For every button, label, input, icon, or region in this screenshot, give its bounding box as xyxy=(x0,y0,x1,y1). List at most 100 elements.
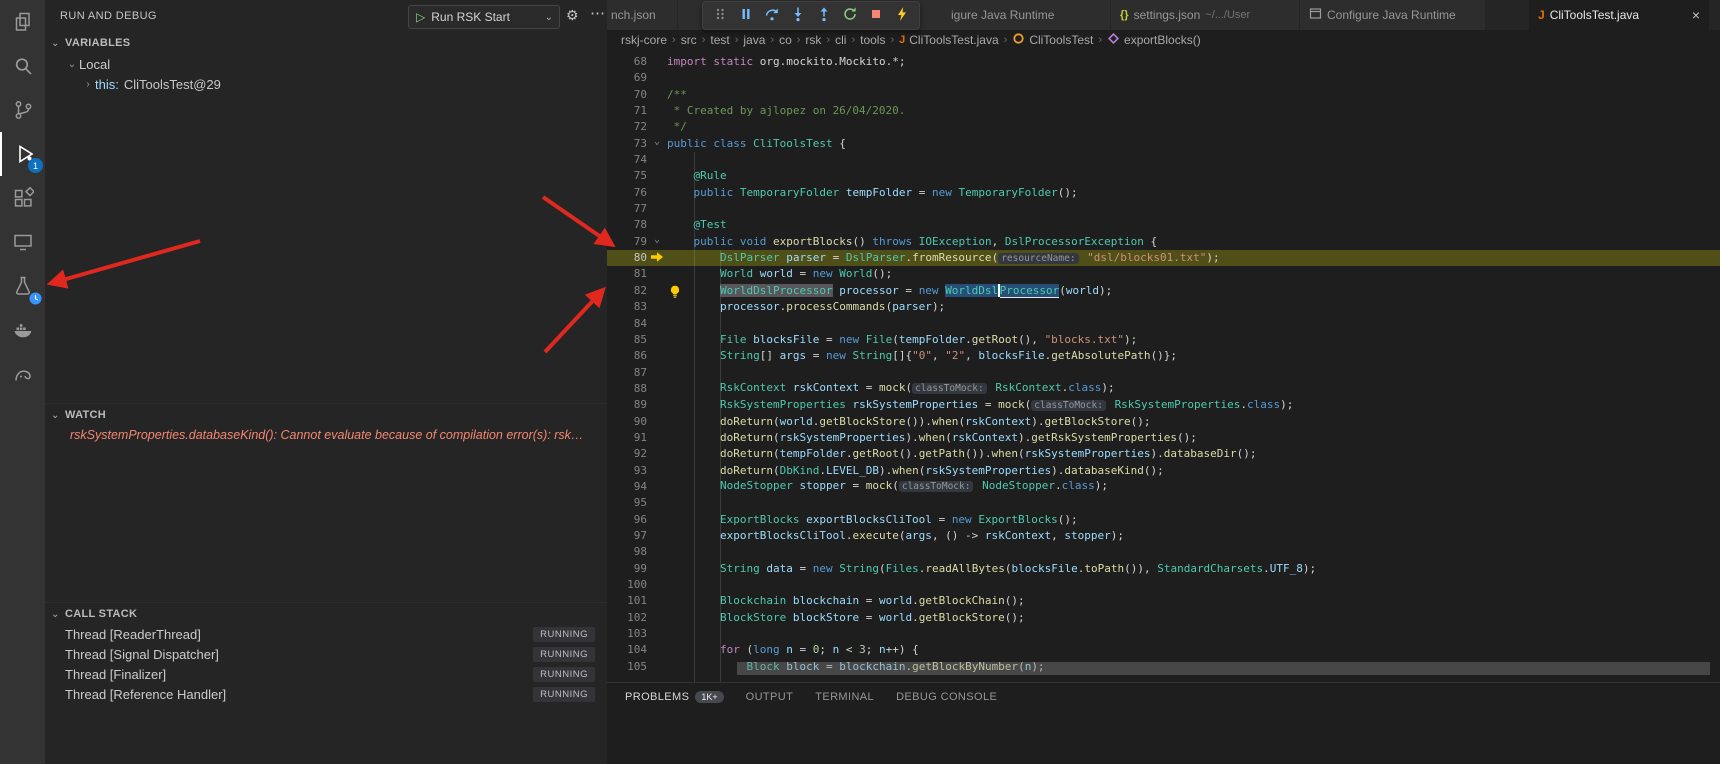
code-line[interactable]: 96 ExportBlocks exportBlocksCliTool = ne… xyxy=(607,512,1720,528)
thread-row[interactable]: Thread [ReaderThread]RUNNING xyxy=(45,624,607,644)
line-number[interactable]: 101 xyxy=(607,593,647,609)
code-line[interactable]: 100 xyxy=(607,577,1720,593)
breadcrumb-item[interactable]: rsk xyxy=(805,33,821,47)
code-editor[interactable]: 68import static org.mockito.Mockito.*;69… xyxy=(607,50,1720,686)
close-icon[interactable]: × xyxy=(1692,7,1700,23)
code-line[interactable]: 81 World world = new World(); xyxy=(607,266,1720,282)
code-line[interactable]: 95 xyxy=(607,495,1720,511)
line-number[interactable]: 73 xyxy=(607,136,647,152)
activity-gradle-icon[interactable] xyxy=(0,352,45,396)
variable-this-row[interactable]: › this: CliToolsTest@29 xyxy=(45,74,607,94)
breadcrumb-item[interactable]: CliToolsTest xyxy=(1012,32,1093,48)
activity-explorer-icon[interactable] xyxy=(0,0,45,44)
line-number[interactable]: 92 xyxy=(607,446,647,462)
line-number[interactable]: 85 xyxy=(607,332,647,348)
code-line[interactable]: 89 RskSystemProperties rskSystemProperti… xyxy=(607,397,1720,413)
thread-row[interactable]: Thread [Signal Dispatcher]RUNNING xyxy=(45,644,607,664)
line-number[interactable]: 88 xyxy=(607,381,647,397)
code-line[interactable]: 98 xyxy=(607,544,1720,560)
stop-button[interactable] xyxy=(865,5,887,27)
hot-code-replace-button[interactable] xyxy=(891,5,913,27)
line-number[interactable]: 74 xyxy=(607,152,647,168)
code-line[interactable]: 68import static org.mockito.Mockito.*; xyxy=(607,54,1720,70)
line-number[interactable]: 94 xyxy=(607,479,647,495)
code-line[interactable]: 85 File blocksFile = new File(tempFolder… xyxy=(607,332,1720,348)
scope-local-row[interactable]: ⌄ Local xyxy=(45,54,607,74)
code-line[interactable]: 104 for (long n = 0; n < 3; n++) { xyxy=(607,642,1720,658)
code-line[interactable]: 93 doReturn(DbKind.LEVEL_DB).when(rskSys… xyxy=(607,463,1720,479)
variables-section-header[interactable]: ⌄ VARIABLES xyxy=(45,32,607,54)
code-line[interactable]: 90 doReturn(world.getBlockStore()).when(… xyxy=(607,414,1720,430)
activity-testing-icon[interactable] xyxy=(0,264,45,308)
thread-row[interactable]: Thread [Finalizer]RUNNING xyxy=(45,664,607,684)
code-line[interactable]: 91 doReturn(rskSystemProperties).when(rs… xyxy=(607,430,1720,446)
line-number[interactable]: 68 xyxy=(607,54,647,70)
code-line[interactable]: 75 @Rule xyxy=(607,168,1720,184)
line-number[interactable]: 82 xyxy=(607,283,647,299)
panel-tab-problems[interactable]: PROBLEMS1K+ xyxy=(625,691,724,703)
line-number[interactable]: 97 xyxy=(607,528,647,544)
line-number[interactable]: 86 xyxy=(607,348,647,364)
fold-icon[interactable]: ⌄ xyxy=(647,235,667,245)
line-number[interactable]: 75 xyxy=(607,168,647,184)
activity-docker-icon[interactable] xyxy=(0,308,45,352)
code-line[interactable]: 86 String[] args = new String[]{"0", "2"… xyxy=(607,348,1720,364)
panel-tab-output[interactable]: OUTPUT xyxy=(746,691,794,703)
activity-remote-explorer-icon[interactable] xyxy=(0,220,45,264)
breadcrumb-item[interactable]: src xyxy=(681,33,697,47)
line-number[interactable]: 90 xyxy=(607,414,647,430)
line-number[interactable]: 79 xyxy=(607,234,647,250)
panel-tab-debug-console[interactable]: DEBUG CONSOLE xyxy=(896,691,997,703)
tab-settings.json[interactable]: {}settings.json~/.../User xyxy=(1111,0,1300,30)
fold-icon[interactable]: ⌄ xyxy=(647,137,667,147)
code-line[interactable]: 88 RskContext rskContext = mock(classToM… xyxy=(607,381,1720,397)
line-number[interactable]: 89 xyxy=(607,397,647,413)
gear-icon[interactable]: ⚙ xyxy=(566,7,579,24)
line-number[interactable]: 99 xyxy=(607,561,647,577)
code-line[interactable]: 76 public TemporaryFolder tempFolder = n… xyxy=(607,185,1720,201)
line-number[interactable]: 100 xyxy=(607,577,647,593)
code-line[interactable]: 69 xyxy=(607,70,1720,86)
tab-clitoolstest.java[interactable]: JCliToolsTest.java× xyxy=(1529,0,1710,30)
code-line[interactable]: 79⌄ public void exportBlocks() throws IO… xyxy=(607,234,1720,250)
code-line[interactable]: 77 xyxy=(607,201,1720,217)
pause-button[interactable] xyxy=(735,5,757,27)
line-number[interactable]: 72 xyxy=(607,119,647,135)
code-line[interactable]: 97 exportBlocksCliTool.execute(args, () … xyxy=(607,528,1720,544)
activity-extensions-icon[interactable] xyxy=(0,176,45,220)
line-number[interactable]: 78 xyxy=(607,217,647,233)
line-number[interactable]: 84 xyxy=(607,316,647,332)
breadcrumb-item[interactable]: java xyxy=(743,33,765,47)
code-line[interactable]: 82 WorldDslProcessor processor = new Wor… xyxy=(607,283,1720,299)
line-number[interactable]: 103 xyxy=(607,626,647,642)
line-number[interactable]: 83 xyxy=(607,299,647,315)
line-number[interactable]: 76 xyxy=(607,185,647,201)
breadcrumb-item[interactable]: tools xyxy=(860,33,885,47)
line-number[interactable]: 87 xyxy=(607,365,647,381)
line-number[interactable]: 104 xyxy=(607,642,647,658)
breadcrumb-item[interactable]: JCliToolsTest.java xyxy=(899,33,999,47)
tab-igure-java-runtime[interactable]: igure Java Runtime xyxy=(909,0,1111,30)
code-line[interactable]: 94 NodeStopper stopper = mock(classToMoc… xyxy=(607,479,1720,495)
code-line[interactable]: 70/** xyxy=(607,87,1720,103)
code-line[interactable]: 80 DslParser parser = DslParser.fromReso… xyxy=(607,250,1720,266)
code-line[interactable]: 84 xyxy=(607,316,1720,332)
code-line[interactable]: 92 doReturn(tempFolder.getRoot().getPath… xyxy=(607,446,1720,462)
step-out-button[interactable] xyxy=(813,5,835,27)
step-into-button[interactable] xyxy=(787,5,809,27)
line-number[interactable]: 80 xyxy=(607,250,647,266)
restart-button[interactable] xyxy=(839,5,861,27)
launch-config-dropdown[interactable]: ▷ Run RSK Start ⌄ xyxy=(408,5,560,29)
tab-configure-java-runtime[interactable]: Configure Java Runtime xyxy=(1300,0,1486,30)
panel-tab-terminal[interactable]: TERMINAL xyxy=(815,691,874,703)
code-line[interactable]: 102 BlockStore blockStore = world.getBlo… xyxy=(607,610,1720,626)
code-line[interactable]: 73⌄public class CliToolsTest { xyxy=(607,136,1720,152)
watch-section-header[interactable]: ⌄ WATCH xyxy=(45,403,613,426)
start-debugging-icon[interactable]: ▷ xyxy=(416,10,425,24)
line-number[interactable]: 95 xyxy=(607,495,647,511)
activity-search-icon[interactable] xyxy=(0,44,45,88)
breadcrumb-item[interactable]: rskj-core xyxy=(621,33,667,47)
breadcrumb-item[interactable]: co xyxy=(779,33,792,47)
thread-row[interactable]: Thread [Reference Handler]RUNNING xyxy=(45,684,607,704)
step-over-button[interactable] xyxy=(761,5,783,27)
